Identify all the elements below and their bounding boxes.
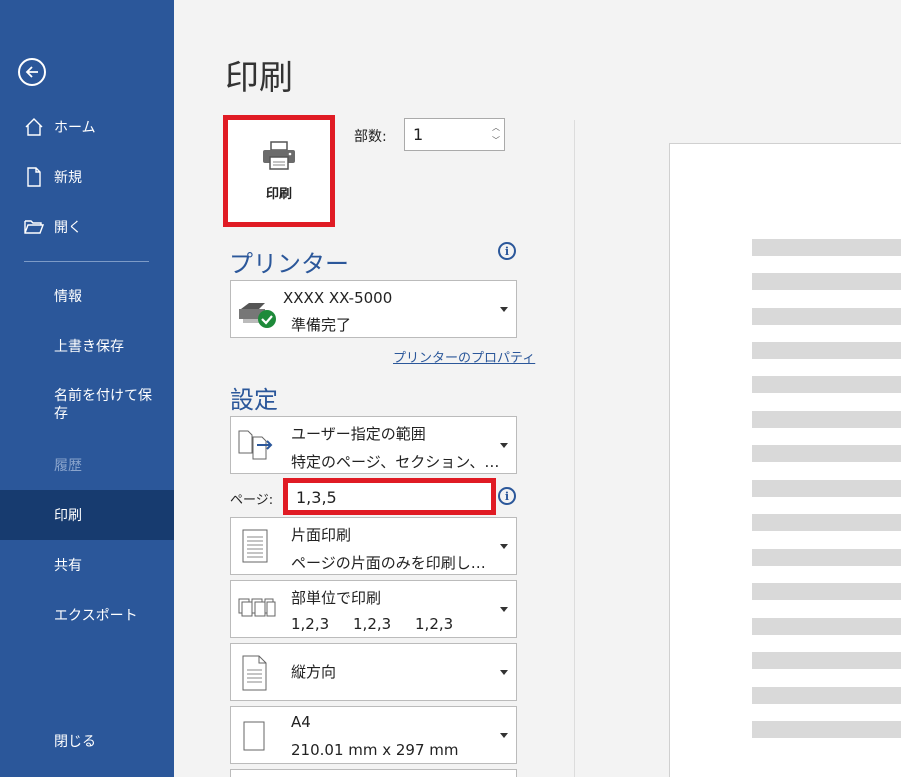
nav-new-label: 新規 — [54, 170, 82, 186]
nav-open[interactable]: 開く — [0, 202, 174, 252]
paper-sub: 210.01 mm x 297 mm — [291, 741, 459, 759]
sides-title: 片面印刷 — [291, 526, 352, 544]
page-title: 印刷 — [225, 58, 293, 98]
chevron-down-icon — [500, 670, 508, 675]
print-preview-page — [669, 143, 901, 777]
sides-dropdown[interactable]: 片面印刷 ページの片面のみを印刷し… — [230, 517, 517, 575]
nav-save-label: 上書き保存 — [54, 339, 124, 355]
collated-icon — [237, 595, 277, 627]
settings-heading: 設定 — [230, 386, 278, 414]
nav-export-label: エクスポート — [54, 608, 138, 624]
nav-new[interactable]: 新規 — [0, 152, 174, 202]
nav-close[interactable]: 閉じる — [0, 716, 174, 766]
nav-share[interactable]: 共有 — [0, 540, 174, 590]
preview-text-line — [752, 549, 901, 566]
back-arrow-icon[interactable] — [18, 58, 46, 86]
copies-label: 部数: — [354, 129, 387, 145]
orientation-dropdown[interactable]: 縦方向 — [230, 643, 517, 701]
sides-sub: ページの片面のみを印刷し… — [291, 554, 486, 572]
collate-sub: 1,2,3 1,2,3 1,2,3 — [291, 615, 454, 633]
print-range-dropdown[interactable]: ユーザー指定の範囲 特定のページ、セクション、… — [230, 416, 517, 474]
next-setting-dropdown[interactable] — [230, 769, 517, 777]
preview-text-line — [752, 239, 901, 256]
print-range-title: ユーザー指定の範囲 — [291, 425, 426, 443]
printer-name: XXXX XX-5000 — [283, 289, 393, 307]
chevron-down-icon — [500, 607, 508, 612]
paper-title: A4 — [291, 713, 311, 731]
page-range-icon — [237, 429, 279, 465]
nav-home-label: ホーム — [54, 120, 96, 136]
preview-text-line — [752, 480, 901, 497]
nav-info[interactable]: 情報 — [0, 271, 174, 321]
copies-value: 1 — [413, 125, 424, 144]
nav-open-label: 開く — [54, 220, 82, 236]
printer-info-icon[interactable]: i — [498, 242, 516, 260]
chevron-down-icon — [500, 733, 508, 738]
pages-label: ページ: — [230, 493, 274, 508]
collate-dropdown[interactable]: 部単位で印刷 1,2,3 1,2,3 1,2,3 — [230, 580, 517, 638]
nav-print-label: 印刷 — [54, 508, 82, 524]
copies-input[interactable]: 1 ︿ ﹀ — [404, 118, 505, 151]
paper-size-dropdown[interactable]: A4 210.01 mm x 297 mm — [230, 706, 517, 764]
preview-text-line — [752, 376, 901, 393]
nav-home[interactable]: ホーム — [0, 102, 174, 152]
preview-text-line — [752, 721, 901, 738]
nav-save[interactable]: 上書き保存 — [0, 321, 174, 371]
print-range-sub: 特定のページ、セクション、… — [291, 453, 500, 471]
preview-text-line — [752, 342, 901, 359]
portrait-icon — [241, 654, 269, 696]
preview-text-line — [752, 445, 901, 462]
preview-text-line — [752, 687, 901, 704]
open-folder-icon — [24, 217, 44, 237]
nav-divider — [24, 261, 149, 262]
printer-ready-icon — [237, 297, 277, 335]
print-button-label: 印刷 — [265, 186, 292, 202]
print-button[interactable]: 印刷 — [223, 115, 335, 227]
nav-history-label: 履歴 — [54, 458, 82, 474]
paper-icon — [243, 721, 265, 757]
preview-text-line — [752, 583, 901, 600]
nav-print[interactable]: 印刷 — [0, 490, 174, 540]
copies-spinner[interactable]: ︿ ﹀ — [492, 121, 500, 147]
nav-export[interactable]: エクスポート — [0, 590, 174, 640]
single-sided-icon — [241, 528, 271, 570]
printer-status: 準備完了 — [291, 316, 352, 334]
preview-text-line — [752, 308, 901, 325]
printer-properties-link[interactable]: プリンターのプロパティ — [393, 347, 535, 366]
nav-history: 履歴 — [0, 440, 174, 490]
preview-text-line — [752, 514, 901, 531]
preview-text-line — [752, 411, 901, 428]
preview-text-line — [752, 618, 901, 635]
panel-divider — [574, 120, 575, 777]
printer-heading: プリンター — [229, 250, 349, 278]
spin-up-icon[interactable]: ︿ — [492, 121, 500, 134]
pages-info-icon[interactable]: i — [498, 487, 516, 505]
new-document-icon — [24, 167, 44, 187]
nav-share-label: 共有 — [54, 558, 82, 574]
collate-title: 部単位で印刷 — [291, 589, 382, 607]
pages-input[interactable]: 1,3,5 — [283, 478, 496, 515]
home-icon — [24, 117, 44, 137]
nav-info-label: 情報 — [54, 289, 82, 305]
chevron-down-icon — [500, 307, 508, 312]
preview-text-line — [752, 273, 901, 290]
nav-close-label: 閉じる — [54, 734, 96, 750]
spin-down-icon[interactable]: ﹀ — [492, 134, 500, 147]
chevron-down-icon — [500, 544, 508, 549]
preview-text-line — [752, 652, 901, 669]
printer-icon — [261, 140, 297, 175]
backstage-sidebar: ホーム 新規 開く 情報 上書き保存 名前を付けて保存 履歴 印刷 共有 エクス… — [0, 0, 174, 777]
printer-dropdown[interactable]: XXXX XX-5000 準備完了 — [230, 280, 517, 338]
chevron-down-icon — [500, 443, 508, 448]
orientation-title: 縦方向 — [291, 663, 337, 681]
nav-save-as[interactable]: 名前を付けて保存 — [54, 387, 164, 423]
